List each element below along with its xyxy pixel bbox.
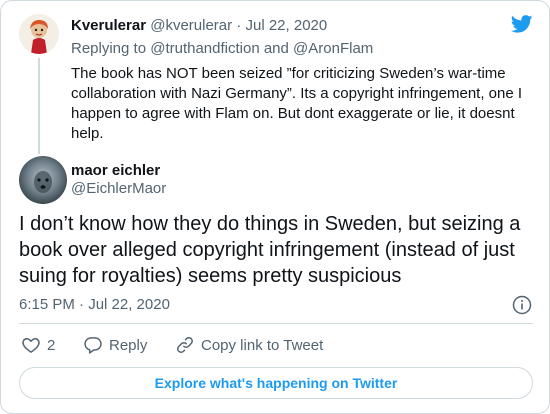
copy-link-button[interactable]: Copy link to Tweet bbox=[175, 335, 323, 355]
parent-tweet-header: Kverulerar @kverulerar · Jul 22, 2020 bbox=[71, 16, 327, 36]
cartoon-character-icon bbox=[19, 14, 59, 54]
parent-author-name[interactable]: Kverulerar bbox=[71, 17, 146, 34]
explore-twitter-button[interactable]: Explore what's happening on Twitter bbox=[19, 367, 533, 399]
main-author-handle[interactable]: @EichlerMaor bbox=[71, 179, 166, 199]
like-button[interactable]: 2 bbox=[21, 335, 55, 355]
mention-link[interactable]: @truthandfiction bbox=[150, 40, 259, 57]
parent-avatar[interactable] bbox=[19, 14, 59, 54]
link-icon bbox=[177, 337, 193, 353]
parent-tweet-text: The book has NOT been seized ”for critic… bbox=[71, 65, 523, 142]
replying-to-prefix: Replying to bbox=[71, 40, 147, 57]
divider bbox=[19, 323, 533, 324]
reply-icon bbox=[84, 337, 102, 354]
tweet-timestamp[interactable]: 6:15 PM · Jul 22, 2020 bbox=[19, 295, 170, 315]
replying-to-line: Replying to @truthandfiction and @AronFl… bbox=[71, 39, 373, 59]
reply-button[interactable]: Reply bbox=[83, 335, 147, 355]
mention-joiner: and bbox=[263, 40, 289, 57]
thread-connector-line bbox=[38, 58, 40, 154]
mention-link[interactable]: @AronFlam bbox=[293, 40, 373, 57]
info-icon[interactable] bbox=[512, 295, 532, 315]
main-author-name[interactable]: maor eichler bbox=[71, 161, 160, 181]
main-avatar[interactable] bbox=[19, 156, 67, 204]
dark-photo-avatar-icon bbox=[34, 171, 52, 193]
twitter-bird-icon[interactable] bbox=[511, 15, 533, 33]
heart-icon bbox=[22, 338, 40, 353]
like-count: 2 bbox=[47, 336, 56, 354]
parent-author-handle[interactable]: @kverulerar bbox=[150, 17, 232, 34]
tweet-embed-card: Kverulerar @kverulerar · Jul 22, 2020 Re… bbox=[0, 0, 550, 414]
copy-link-label: Copy link to Tweet bbox=[201, 336, 324, 354]
reply-label: Reply bbox=[109, 336, 148, 354]
header-separator: · bbox=[236, 17, 242, 34]
main-tweet-text: I don’t know how they do things in Swede… bbox=[19, 213, 521, 287]
parent-tweet-date[interactable]: Jul 22, 2020 bbox=[245, 17, 327, 34]
